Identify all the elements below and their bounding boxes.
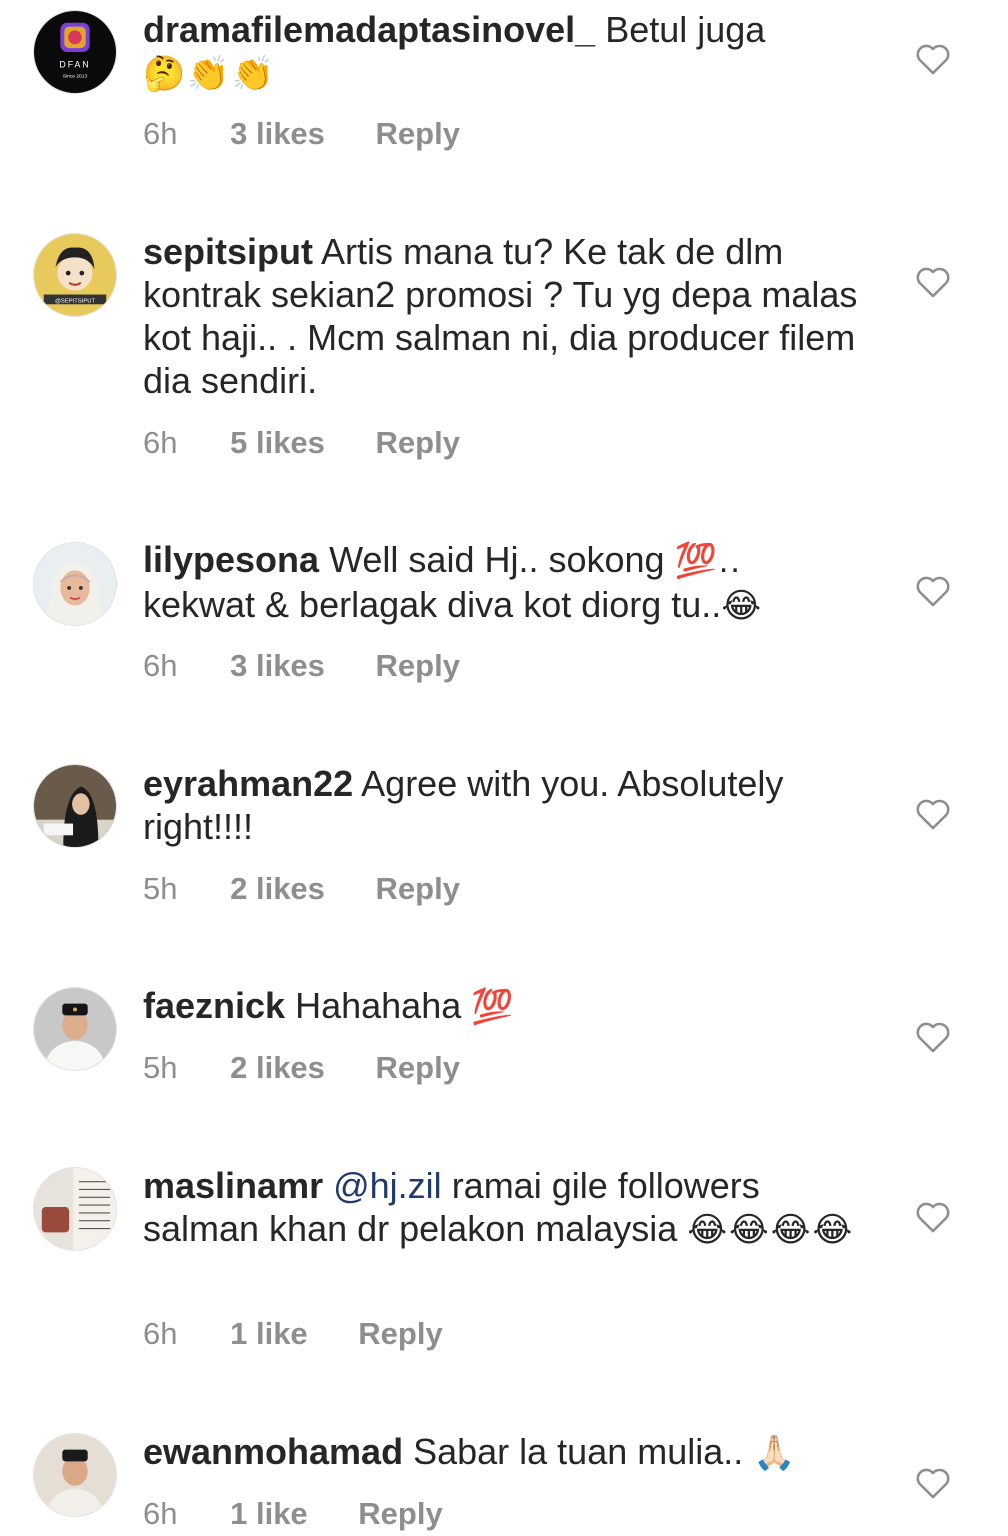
comment-emoji: 💯	[471, 988, 516, 1026]
comment-emoji: 💯..	[674, 542, 742, 580]
comment-likes-count[interactable]: 1 like	[230, 1316, 308, 1351]
comment-username[interactable]: faeznick	[143, 985, 285, 1026]
avatar[interactable]	[33, 1433, 117, 1517]
comment-emoji-tail: 😂	[721, 587, 764, 625]
avatar-logo-subtext: Since 2013	[63, 73, 88, 79]
comment-likes-count[interactable]: 5 likes	[230, 425, 325, 460]
avatar[interactable]	[33, 1167, 117, 1251]
comment-username[interactable]: sepitsiput	[143, 231, 313, 272]
comment-meta: 5h 2 likes Reply	[143, 871, 502, 907]
comment-username[interactable]: eyrahman22	[143, 763, 353, 804]
comment-body: maslinamr @hj.zil ramai gile followers s…	[143, 1164, 863, 1252]
comment-body: dramafilemadaptasinovel_ Betul juga 🤔👏👏	[143, 8, 863, 96]
comment-time: 6h	[143, 1316, 178, 1351]
avatar[interactable]: @SEPITSIPUT	[33, 233, 117, 317]
comment-meta: 6h 1 like Reply	[143, 1316, 485, 1352]
reply-button[interactable]: Reply	[376, 648, 460, 683]
comment-meta: 5h 2 likes Reply	[143, 1050, 502, 1086]
reply-button[interactable]: Reply	[358, 1496, 442, 1531]
heart-outline-icon[interactable]	[914, 40, 952, 76]
comment-text: Betul juga	[605, 9, 766, 50]
comment-body: faeznick Hahahaha 💯	[143, 984, 863, 1029]
comment-meta: 6h 3 likes Reply	[143, 648, 502, 684]
comment-emoji: 🤔👏👏	[143, 55, 277, 93]
heart-outline-icon[interactable]	[914, 1464, 952, 1500]
comment-time: 6h	[143, 425, 178, 460]
avatar[interactable]	[33, 764, 117, 848]
comment-username[interactable]: lilypesona	[143, 539, 319, 580]
comment-meta: 6h 1 like Reply	[143, 1496, 485, 1532]
comment-body: lilypesona Well said Hj.. sokong 💯.. kek…	[143, 538, 863, 628]
avatar-logo-text: @SEPITSIPUT	[55, 298, 95, 304]
comment-time: 5h	[143, 1050, 178, 1085]
comment-body: eyrahman22 Agree with you. Absolutely ri…	[143, 762, 863, 848]
avatar-logo-text: DFAN	[59, 60, 90, 70]
comment-likes-count[interactable]: 1 like	[230, 1496, 308, 1531]
comment-time: 5h	[143, 871, 178, 906]
heart-outline-icon[interactable]	[914, 795, 952, 831]
comment-emoji: 😂😂😂😂	[687, 1211, 855, 1249]
comment-time: 6h	[143, 648, 178, 683]
avatar[interactable]: DFAN Since 2013	[33, 10, 117, 94]
comment-body: sepitsiput Artis mana tu? Ke tak de dlm …	[143, 230, 863, 402]
comment-text: Hahahaha	[295, 985, 462, 1026]
heart-outline-icon[interactable]	[914, 572, 952, 608]
comment-list: DFAN Since 2013 dramafilemadaptasinovel_…	[0, 0, 1008, 1536]
comment-time: 6h	[143, 116, 178, 151]
reply-button[interactable]: Reply	[358, 1316, 442, 1351]
avatar[interactable]	[33, 542, 117, 626]
comment-mention[interactable]: @hj.zil	[333, 1165, 442, 1206]
comment-username[interactable]: dramafilemadaptasinovel_	[143, 9, 595, 50]
comment-username[interactable]: ewanmohamad	[143, 1431, 403, 1472]
reply-button[interactable]: Reply	[376, 116, 460, 151]
comment-time: 6h	[143, 1496, 178, 1531]
comment-emoji: 🙏🏻	[753, 1434, 798, 1472]
comment-text: Sabar la tuan mulia..	[413, 1431, 744, 1472]
comment-likes-count[interactable]: 3 likes	[230, 648, 325, 683]
comment-likes-count[interactable]: 2 likes	[230, 871, 325, 906]
comment-meta: 6h 5 likes Reply	[143, 425, 502, 461]
comment-body: ewanmohamad Sabar la tuan mulia.. 🙏🏻	[143, 1430, 863, 1475]
reply-button[interactable]: Reply	[376, 871, 460, 906]
comment-text-continued: kekwat & berlagak diva kot diorg tu..	[143, 584, 722, 625]
heart-outline-icon[interactable]	[914, 1018, 952, 1054]
heart-outline-icon[interactable]	[914, 1198, 952, 1234]
comment-meta: 6h 3 likes Reply	[143, 116, 502, 152]
reply-button[interactable]: Reply	[376, 1050, 460, 1085]
comment-likes-count[interactable]: 3 likes	[230, 116, 325, 151]
comment-username[interactable]: maslinamr	[143, 1165, 323, 1206]
avatar[interactable]	[33, 987, 117, 1071]
reply-button[interactable]: Reply	[376, 425, 460, 460]
heart-outline-icon[interactable]	[914, 263, 952, 299]
comment-text: Well said Hj.. sokong	[329, 539, 665, 580]
comment-likes-count[interactable]: 2 likes	[230, 1050, 325, 1085]
